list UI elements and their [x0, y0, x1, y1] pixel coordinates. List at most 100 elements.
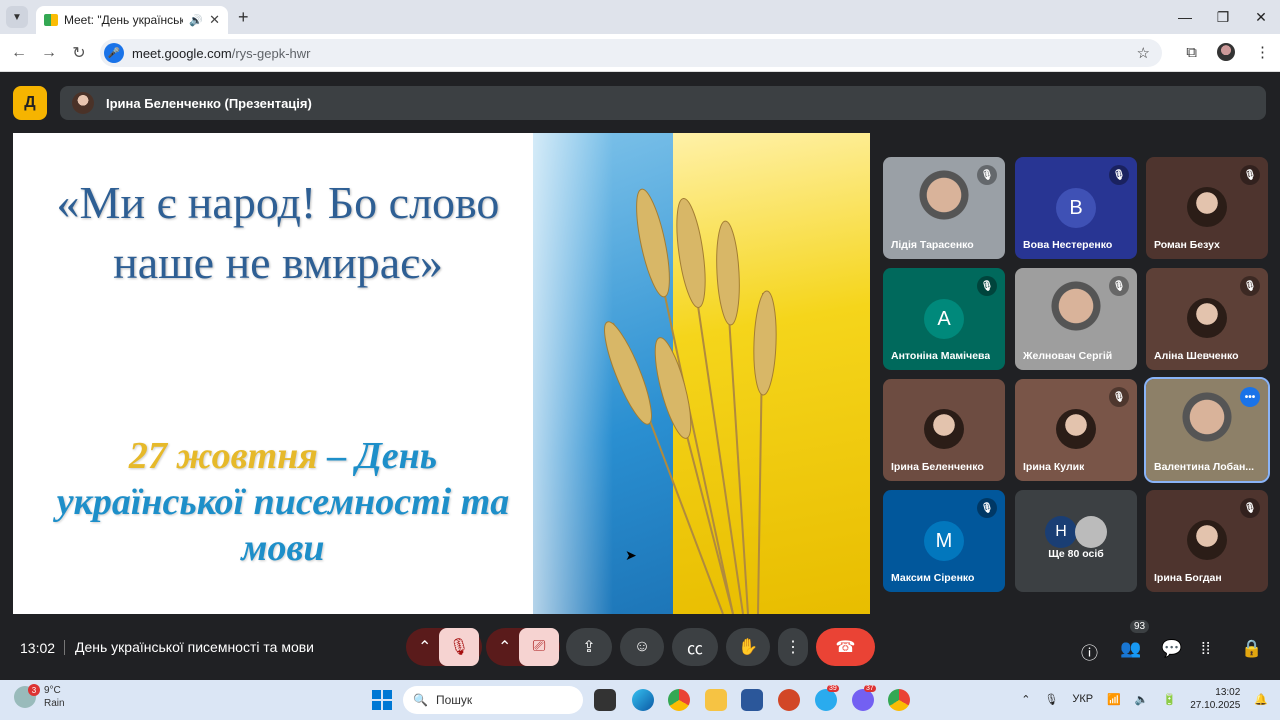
participant-name: Ірина Беленченко — [891, 461, 984, 473]
participant-name: Валентина Лобан... — [1154, 461, 1255, 473]
more-options-button[interactable]: ⋮ — [778, 628, 808, 666]
slide-date: 27 жовтня — [128, 435, 318, 477]
meeting-info-icon[interactable]: ⓘ — [1081, 639, 1098, 664]
input-language[interactable]: УКР — [1072, 693, 1093, 705]
participant-tile[interactable]: Ірина Беленченко — [883, 379, 1005, 481]
present-screen-button[interactable]: ⇪ — [566, 628, 612, 666]
minimize-icon[interactable]: — — [1166, 0, 1204, 34]
browser-tab-meet[interactable]: Meet: "День української пи 🔊 ✕ — [36, 6, 228, 34]
participant-tile[interactable]: A 🎙 Антоніна Мамічева — [883, 268, 1005, 370]
participant-name: Вова Нестеренко — [1023, 239, 1113, 251]
host-controls-icon[interactable]: 🔒 — [1241, 639, 1262, 659]
taskbar-clock[interactable]: 13:02 27.10.2025 — [1190, 686, 1240, 712]
bookmark-star-icon[interactable]: ☆ — [1137, 44, 1150, 62]
participant-count-badge: 93 — [1130, 620, 1150, 633]
participant-tile[interactable]: H Ще 80 осіб — [1015, 490, 1137, 592]
weather-badge: 3 — [28, 684, 40, 696]
meeting-time: 13:02 — [20, 640, 56, 656]
reload-icon[interactable]: ↻ — [64, 43, 94, 63]
participant-name: Ірина Богдан — [1154, 572, 1222, 584]
browser-tab-strip: ▼ Meet: "День української пи 🔊 ✕ + — ❐ ✕ — [0, 0, 1280, 34]
battery-icon[interactable]: 🔋 — [1163, 693, 1177, 706]
chrome-icon[interactable] — [668, 689, 690, 711]
participant-tile[interactable]: M 🎙 Максим Сіренко — [883, 490, 1005, 592]
url-host: meet.google.com — [132, 45, 232, 61]
window-controls: — ❐ ✕ — [1166, 0, 1280, 34]
presenter-avatar — [72, 92, 94, 114]
participant-avatar — [924, 409, 964, 449]
leave-call-button[interactable]: ☎ — [816, 628, 875, 666]
url-path: /rys-gepk-hwr — [231, 45, 311, 61]
mic-muted-icon: 🎙 — [1240, 165, 1260, 185]
participant-tile[interactable]: ••• Валентина Лобан... — [1144, 377, 1270, 483]
viber-icon[interactable]: 37 — [852, 685, 876, 711]
weather-temp: 9°C — [44, 685, 61, 696]
chat-icon[interactable]: 💬 — [1161, 639, 1182, 659]
slide-subtitle: 27 жовтня – День української писемності … — [33, 433, 533, 571]
notifications-icon[interactable]: 🔔 — [1254, 693, 1268, 706]
forward-icon[interactable]: → — [34, 44, 64, 62]
windows-start-icon[interactable] — [372, 690, 392, 710]
menu-kebab-icon[interactable]: ⋮ — [1255, 43, 1270, 61]
wheat-illustration — [604, 188, 777, 614]
participant-video — [1045, 278, 1107, 358]
participant-avatar — [1187, 187, 1227, 227]
participant-tile[interactable]: 🎙 Роман Безух — [1146, 157, 1268, 259]
mic-muted-icon: 🎙 — [1240, 498, 1260, 518]
participant-tile[interactable]: B 🎙 Вова Нестеренко — [1015, 157, 1137, 259]
video-options-button[interactable]: ⌃ ⎚ — [486, 628, 560, 666]
taskbar-search[interactable]: 🔍 Пошук — [403, 686, 583, 714]
file-explorer-icon[interactable] — [705, 689, 727, 711]
task-view-icon[interactable] — [594, 689, 616, 711]
participant-initial: M — [924, 521, 964, 561]
meet-main: Д Ірина Беленченко (Презентація) «Ми є н… — [0, 72, 1280, 680]
tab-search-chevron-icon[interactable]: ▼ — [6, 6, 28, 28]
camera-off-icon[interactable]: ⎚ — [519, 628, 559, 666]
mouse-cursor-icon: ➤ — [625, 547, 637, 563]
volume-icon[interactable]: 🔈 — [1135, 693, 1149, 706]
microphone-icon[interactable]: 🎙 — [1044, 693, 1058, 706]
omnibox[interactable]: 🎤 meet.google.com/rys-gepk-hwr ☆ — [100, 39, 1162, 67]
maximize-icon[interactable]: ❐ — [1204, 0, 1242, 34]
system-tray: ⌃ 🎙 УКР 📶 🔈 🔋 13:02 27.10.2025 🔔 — [1021, 686, 1268, 712]
close-window-icon[interactable]: ✕ — [1242, 0, 1280, 34]
back-icon[interactable]: ← — [4, 44, 34, 62]
weather-widget[interactable]: 3 9°C Rain — [14, 684, 65, 710]
chrome-active-icon[interactable] — [888, 689, 910, 711]
participant-tile[interactable]: 🎙 Желновач Сергій — [1015, 268, 1137, 370]
rain-cloud-icon: 3 — [14, 684, 40, 708]
search-placeholder: Пошук — [435, 693, 473, 707]
captions-button[interactable]: ㏄ — [672, 628, 718, 666]
people-icon[interactable]: 👥 — [1120, 639, 1141, 659]
mic-muted-icon: 🎙 — [1109, 387, 1129, 407]
close-tab-icon[interactable]: ✕ — [209, 12, 220, 28]
participant-initial: A — [924, 299, 964, 339]
mic-muted-icon: 🎙 — [1109, 276, 1129, 296]
telegram-icon[interactable]: 39 — [815, 685, 839, 711]
edge-icon[interactable] — [632, 689, 654, 711]
participant-video — [913, 167, 975, 247]
mic-off-icon[interactable]: 🎙 — [439, 628, 479, 666]
site-info-icon[interactable]: 🎤 — [104, 43, 124, 63]
participant-tile[interactable]: 🎙 Лідія Тарасенко — [883, 157, 1005, 259]
participant-tile[interactable]: 🎙 Ірина Кулик — [1015, 379, 1137, 481]
raise-hand-button[interactable]: ✋ — [726, 628, 770, 666]
emoji-reactions-button[interactable]: ☺ — [620, 628, 664, 666]
mic-muted-icon: 🎙 — [1240, 276, 1260, 296]
participant-avatar — [1187, 298, 1227, 338]
participant-tile[interactable]: 🎙 Ірина Богдан — [1146, 490, 1268, 592]
classroom-logo-icon: Д — [13, 86, 47, 120]
word-icon[interactable] — [741, 689, 763, 711]
powerpoint-icon[interactable] — [778, 689, 800, 711]
new-tab-icon[interactable]: + — [238, 7, 249, 28]
audio-options-button[interactable]: ⌃ 🎙 — [406, 628, 482, 666]
tray-overflow-icon[interactable]: ⌃ — [1021, 693, 1030, 706]
extensions-icon[interactable]: ⧉ — [1186, 44, 1197, 61]
speaker-icon: 🔊 — [189, 14, 204, 27]
activities-icon[interactable]: ⁞⁞ — [1201, 639, 1210, 659]
profile-avatar[interactable] — [1217, 43, 1235, 61]
mic-muted-icon: 🎙 — [1109, 165, 1129, 185]
wifi-icon[interactable]: 📶 — [1107, 693, 1121, 706]
participant-tile[interactable]: 🎙 Аліна Шевченко — [1146, 268, 1268, 370]
presenter-label: Ірина Беленченко (Презентація) — [106, 95, 312, 111]
